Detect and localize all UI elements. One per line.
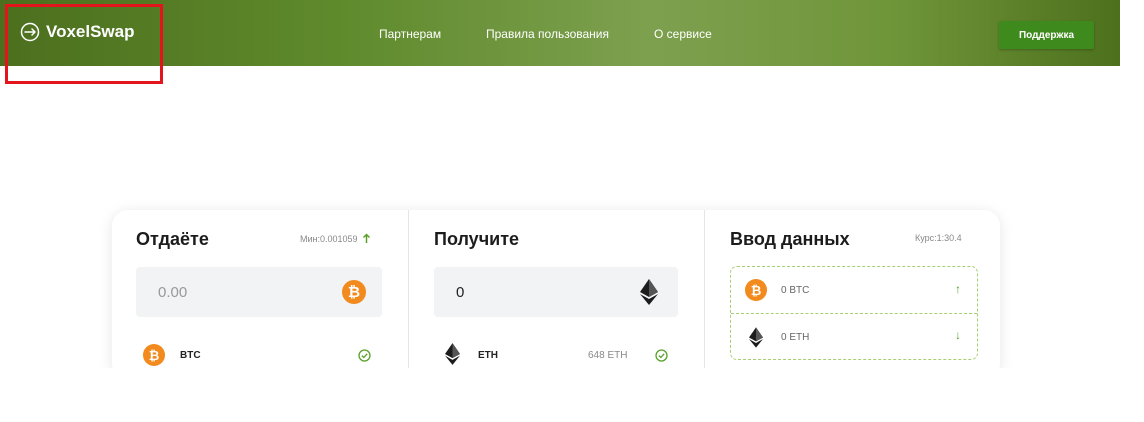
details-title: Ввод данных [730,229,850,249]
summary-give-amount: 0 BTC [781,285,810,296]
logo-highlight-box [5,4,163,84]
column-divider [704,210,705,370]
nav-link-terms[interactable]: Правила пользования [486,27,609,41]
check-circle-icon [655,349,668,362]
ethereum-icon [749,327,763,348]
give-amount-input[interactable]: 0.00 ₿ [136,267,382,317]
ethereum-icon [640,279,658,305]
column-divider [408,210,409,370]
bitcoin-icon: ₿ [143,344,165,366]
cropped-bottom-area [0,368,1144,422]
arrow-up-icon: ↑ [955,282,961,296]
receive-amount-input[interactable]: 0 [434,267,678,317]
exchange-rate: Курс:1:30.4 [915,233,962,243]
arrow-down-icon: ↓ [955,328,961,342]
summary-receive-amount: 0 ETH [781,332,810,343]
receive-reserve: 648 ETH [588,350,628,361]
give-min-note: Мин:0.001059 [300,233,371,244]
summary-divider [731,313,977,314]
support-button[interactable]: Поддержка [999,21,1094,49]
receive-title: Получите [434,229,520,249]
bitcoin-icon: ₿ [745,279,767,301]
ethereum-icon [445,343,460,365]
nav-link-about[interactable]: О сервисе [654,27,712,41]
arrow-up-icon [362,233,370,243]
top-navbar: VoxelSwap Партнерам Правила пользования … [0,0,1120,66]
check-circle-icon [358,349,371,362]
give-coin-label: BTC [180,350,201,361]
bitcoin-icon: ₿ [342,280,366,304]
nav-link-partners[interactable]: Партнерам [379,27,441,41]
receive-amount-value: 0 [456,284,465,301]
summary-box: ₿ 0 BTC ↑ 0 ETH ↓ [730,266,978,360]
give-amount-placeholder: 0.00 [158,284,188,301]
give-title: Отдаёте [136,229,209,249]
receive-coin-label: ETH [478,350,498,361]
give-min-label: Мин:0.001059 [300,233,358,244]
exchange-card: Отдаёте Мин:0.001059 0.00 ₿ ₿ BTC Получи… [112,210,1000,380]
